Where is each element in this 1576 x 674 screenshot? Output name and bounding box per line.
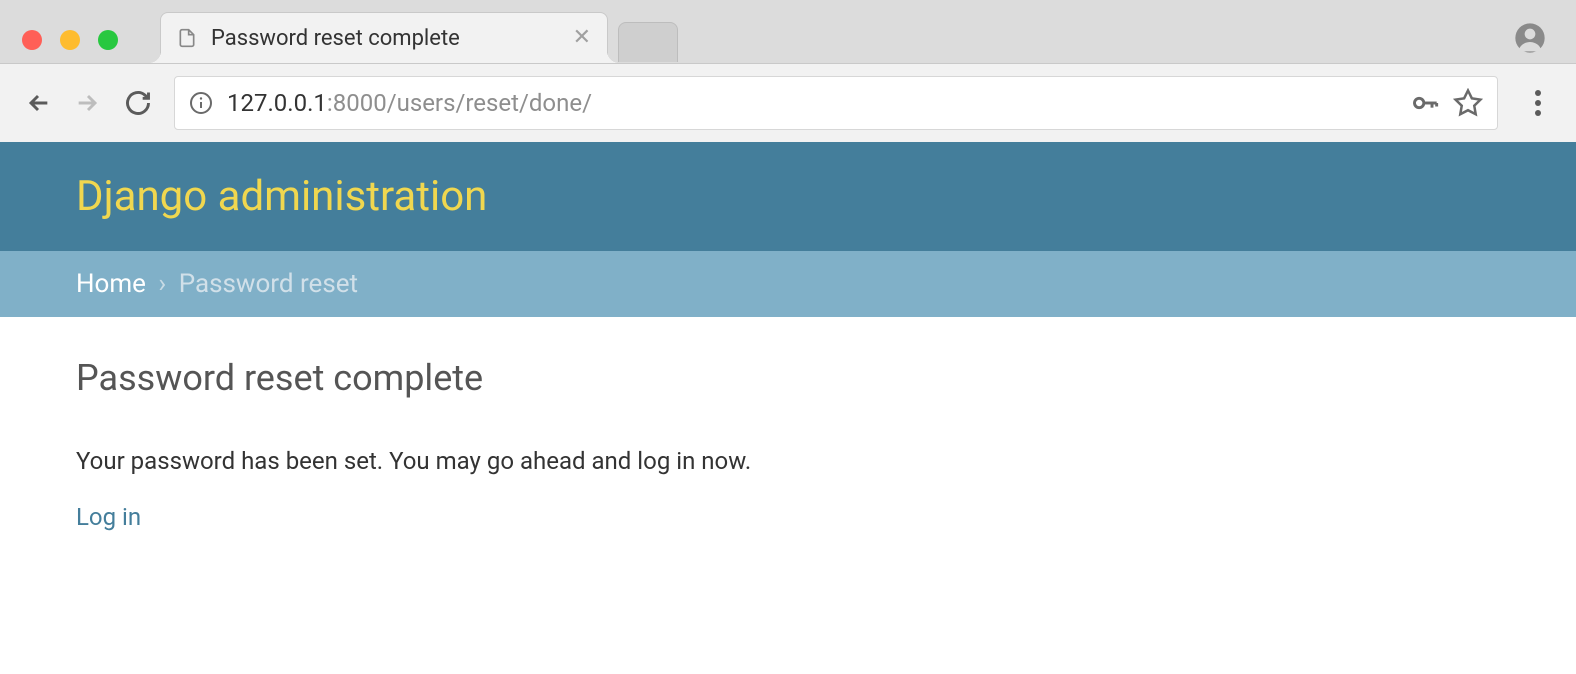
- forward-button[interactable]: [68, 83, 108, 123]
- browser-chrome: Password reset complete ✕: [0, 0, 1576, 142]
- reload-icon: [124, 89, 152, 117]
- file-icon: [177, 26, 197, 50]
- breadcrumb-separator: ›: [158, 269, 166, 299]
- url-bar[interactable]: 127.0.0.1:8000/users/reset/done/: [174, 76, 1498, 130]
- window-minimize-button[interactable]: [60, 30, 80, 50]
- breadcrumb: Home › Password reset: [0, 251, 1576, 317]
- browser-tab-active[interactable]: Password reset complete ✕: [160, 12, 608, 63]
- main-content: Password reset complete Your password ha…: [0, 317, 1576, 571]
- key-icon[interactable]: [1411, 89, 1439, 117]
- site-title: Django administration: [76, 172, 1500, 221]
- window-maximize-button[interactable]: [98, 30, 118, 50]
- status-message: Your password has been set. You may go a…: [76, 447, 1500, 475]
- bookmark-star-icon[interactable]: [1453, 88, 1483, 118]
- arrow-right-icon: [74, 89, 102, 117]
- back-button[interactable]: [18, 83, 58, 123]
- url-text: 127.0.0.1:8000/users/reset/done/: [227, 89, 1397, 117]
- browser-menu-button[interactable]: [1518, 83, 1558, 123]
- tab-title: Password reset complete: [211, 26, 559, 51]
- browser-toolbar: 127.0.0.1:8000/users/reset/done/: [0, 63, 1576, 142]
- profile-icon[interactable]: [1514, 22, 1546, 54]
- breadcrumb-current: Password reset: [179, 269, 358, 299]
- arrow-left-icon: [24, 89, 52, 117]
- breadcrumb-home-link[interactable]: Home: [76, 269, 146, 299]
- site-header: Django administration: [0, 142, 1576, 251]
- reload-button[interactable]: [118, 83, 158, 123]
- url-path: :8000/users/reset/done/: [327, 89, 592, 117]
- site-info-icon[interactable]: [189, 91, 213, 115]
- window-controls: [22, 30, 118, 50]
- browser-tab-inactive[interactable]: [618, 22, 678, 62]
- url-host: 127.0.0.1: [227, 89, 327, 117]
- login-link[interactable]: Log in: [76, 503, 141, 531]
- tab-close-icon[interactable]: ✕: [573, 27, 591, 49]
- page-heading: Password reset complete: [76, 357, 1500, 399]
- kebab-menu-icon: [1535, 89, 1541, 117]
- window-close-button[interactable]: [22, 30, 42, 50]
